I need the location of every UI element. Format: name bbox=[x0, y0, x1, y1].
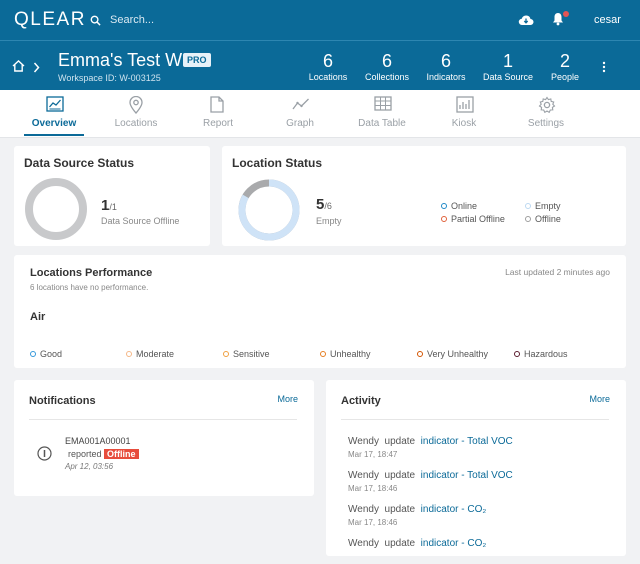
info-icon bbox=[37, 446, 52, 466]
card-title: Notifications bbox=[29, 395, 96, 407]
stat-collections[interactable]: 6 Collections bbox=[357, 51, 417, 82]
data-source-ring bbox=[25, 178, 87, 240]
card-title: Activity bbox=[341, 395, 381, 407]
stat-locations[interactable]: 6 Locations bbox=[298, 51, 358, 82]
data-source-count: 1/1 bbox=[101, 197, 117, 214]
activity-card: Activity More Wendy update indicator - T… bbox=[326, 380, 626, 556]
location-status-ring bbox=[238, 179, 300, 241]
tab-graph[interactable]: Graph bbox=[264, 90, 336, 138]
legend-online: Online bbox=[441, 201, 477, 211]
legend-hazardous: Hazardous bbox=[514, 349, 568, 359]
tab-report[interactable]: Report bbox=[182, 90, 254, 138]
top-bar: QLEAR cesar bbox=[0, 0, 640, 40]
document-icon bbox=[210, 96, 224, 118]
legend-unhealthy: Unhealthy bbox=[320, 349, 371, 359]
tab-kiosk[interactable]: Kiosk bbox=[428, 90, 500, 138]
workspace-header: Emma's Test WS PRO Workspace ID: W-00312… bbox=[0, 40, 640, 90]
activity-target-link[interactable]: indicator - Total VOC bbox=[421, 436, 513, 447]
activity-target-link[interactable]: indicator - CO₂ bbox=[421, 504, 487, 515]
performance-subtitle: 6 locations have no performance. bbox=[30, 283, 149, 292]
location-status-card: Location Status 5/6 Empty Online Empty P… bbox=[222, 146, 626, 246]
pro-badge: PRO bbox=[183, 53, 211, 67]
table-icon bbox=[374, 96, 392, 116]
notification-time: Apr 12, 03:56 bbox=[65, 462, 114, 471]
last-updated-text: Last updated 2 minutes ago bbox=[505, 267, 610, 277]
workspace-id: Workspace ID: W-003125 bbox=[58, 73, 161, 83]
stat-data-source[interactable]: 1 Data Source bbox=[478, 51, 538, 82]
notifications-more-link[interactable]: More bbox=[277, 394, 298, 404]
notification-device[interactable]: EMA001A00001 bbox=[65, 436, 131, 446]
workspace-title: Emma's Test WS bbox=[58, 50, 195, 70]
card-title: Location Status bbox=[232, 156, 323, 170]
kiosk-icon bbox=[456, 96, 474, 118]
legend-empty: Empty bbox=[525, 201, 561, 211]
data-source-status-label: Data Source Offline bbox=[101, 216, 180, 226]
app-logo[interactable]: QLEAR bbox=[14, 9, 86, 31]
notification-status-line: reported Offline bbox=[68, 449, 139, 459]
location-status-count: 5/6 bbox=[316, 196, 332, 213]
location-pin-icon bbox=[128, 95, 144, 119]
activity-more-link[interactable]: More bbox=[589, 394, 610, 404]
locations-performance-card: Locations Performance 6 locations have n… bbox=[14, 255, 626, 368]
activity-item: Wendy update indicator - CO₂ Mar 17, 18:… bbox=[348, 504, 487, 527]
legend-offline: Offline bbox=[525, 214, 561, 224]
card-title: Locations Performance bbox=[30, 267, 153, 279]
gear-icon bbox=[538, 96, 556, 119]
divider bbox=[341, 419, 609, 420]
stat-indicators[interactable]: 6 Indicators bbox=[416, 51, 476, 82]
tab-locations[interactable]: Locations bbox=[100, 90, 172, 138]
search-icon bbox=[90, 13, 101, 31]
home-icon[interactable] bbox=[12, 59, 25, 77]
cloud-download-icon[interactable] bbox=[518, 13, 534, 31]
divider bbox=[29, 419, 297, 420]
notification-dot bbox=[563, 11, 569, 17]
chart-icon bbox=[46, 96, 64, 117]
location-status-label: Empty bbox=[316, 216, 342, 226]
performance-section-air: Air bbox=[30, 311, 46, 323]
legend-very-unhealthy: Very Unhealthy bbox=[417, 349, 488, 359]
active-tab-indicator bbox=[24, 134, 84, 136]
activity-item: Wendy update indicator - Total VOC Mar 1… bbox=[348, 470, 513, 493]
user-menu[interactable]: cesar bbox=[594, 14, 621, 26]
tab-bar: Overview Locations Report Graph Data Tab… bbox=[0, 90, 640, 138]
legend-partial-offline: Partial Offline bbox=[441, 214, 505, 224]
activity-item: Wendy update indicator - Total VOC Mar 1… bbox=[348, 436, 513, 459]
tab-overview[interactable]: Overview bbox=[18, 90, 90, 138]
chevron-right-icon bbox=[33, 60, 40, 78]
tab-settings[interactable]: Settings bbox=[510, 90, 582, 138]
legend-moderate: Moderate bbox=[126, 349, 174, 359]
card-title: Data Source Status bbox=[24, 156, 135, 170]
activity-target-link[interactable]: indicator - Total VOC bbox=[421, 470, 513, 481]
activity-item: Wendy update indicator - CO₂ bbox=[348, 538, 487, 549]
more-vertical-icon[interactable] bbox=[602, 60, 606, 78]
notifications-card: Notifications More EMA001A00001 reported… bbox=[14, 380, 314, 496]
data-source-status-card: Data Source Status 1/1 Data Source Offli… bbox=[14, 146, 210, 246]
activity-target-link[interactable]: indicator - CO₂ bbox=[421, 538, 487, 549]
offline-badge: Offline bbox=[104, 449, 139, 459]
line-graph-icon bbox=[292, 96, 310, 117]
legend-good: Good bbox=[30, 349, 62, 359]
tab-data-table[interactable]: Data Table bbox=[346, 90, 418, 138]
search-input[interactable] bbox=[110, 11, 310, 29]
stat-people[interactable]: 2 People bbox=[535, 51, 595, 82]
legend-sensitive: Sensitive bbox=[223, 349, 270, 359]
